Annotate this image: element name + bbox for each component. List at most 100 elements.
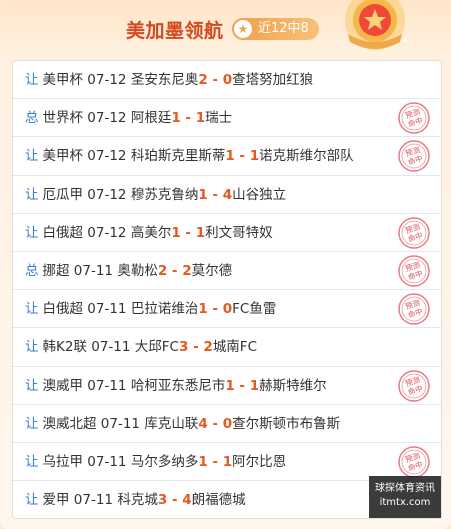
home-score: 1 xyxy=(225,148,235,165)
bet-type-tag: 让 xyxy=(25,415,39,432)
bet-type-tag: 总 xyxy=(25,262,39,279)
away-score: 1 xyxy=(195,224,206,241)
away-score: 4 xyxy=(222,186,233,203)
match-row[interactable]: 让美甲杯 07-12 圣安东尼奥2 - 0查塔努加红狼 xyxy=(13,61,441,100)
match-list: 让美甲杯 07-12 圣安东尼奥2 - 0查塔努加红狼总世界杯 07-12 阿根… xyxy=(12,60,442,519)
league-name: 挪超 xyxy=(42,262,70,279)
score-separator: - xyxy=(180,110,196,127)
panel-title: 美加墨领航 xyxy=(126,20,224,42)
home-team: 科珀斯克里斯蒂 xyxy=(130,148,226,165)
league-name: 世界杯 xyxy=(42,110,84,127)
score-separator: - xyxy=(234,377,250,394)
hit-stamp-icon: 预测命中 xyxy=(398,217,430,249)
hit-stamp-icon: 预测命中 xyxy=(398,140,430,173)
home-score: 2 xyxy=(157,262,168,279)
prediction-panel: 美加墨领航 ★ 近12中8 ✦ 让美甲杯 07-12 圣安东尼奥2 - 0查塔努… xyxy=(0,0,451,529)
home-team: 大邱FC xyxy=(134,339,179,356)
away-score: 4 xyxy=(182,492,192,509)
home-score: 1 xyxy=(198,453,208,470)
bet-type-tag: 让 xyxy=(25,301,39,318)
away-team: 查尔斯顿市布鲁斯 xyxy=(232,415,341,432)
away-team: 朗福德城 xyxy=(191,492,246,509)
bet-type-tag: 让 xyxy=(25,492,39,509)
score-separator: - xyxy=(180,224,196,241)
hit-stamp-icon: 预测命中 xyxy=(398,102,430,134)
away-score: 1 xyxy=(195,110,206,127)
match-row[interactable]: 让澳威北超 07-11 库克山联4 - 0查尔斯顿市布鲁斯 xyxy=(13,405,441,443)
watermark-logo: 球探体育资讯 itmtx.com xyxy=(369,476,441,518)
bet-type-tag: 让 xyxy=(25,377,39,394)
match-date: 07-12 xyxy=(87,186,127,203)
away-team: 城南FC xyxy=(212,339,258,356)
league-name: 厄瓜甲 xyxy=(42,186,84,203)
score-separator: - xyxy=(207,72,223,88)
home-score: 1 xyxy=(198,186,208,203)
league-name: 美甲杯 xyxy=(42,72,84,88)
match-date: 07-11 xyxy=(91,339,131,356)
match-row[interactable]: 总世界杯 07-12 阿根廷1 - 1瑞士 预测 命中 xyxy=(13,99,441,138)
away-score: 0 xyxy=(222,415,233,432)
away-team: FC鱼雷 xyxy=(232,301,277,318)
match-row[interactable]: 让美甲杯 07-12 科珀斯克里斯蒂1 - 1诺克斯维尔部队 预测 命中 xyxy=(13,137,441,176)
hit-stamp-icon: 预测命中 xyxy=(398,293,430,325)
star-icon: ★ xyxy=(234,20,252,38)
medal-icon: ✦ xyxy=(345,0,408,50)
away-score: 2 xyxy=(182,262,192,279)
score-separator: - xyxy=(234,148,250,165)
league-name: 韩K2联 xyxy=(42,339,87,356)
bet-type-tag: 让 xyxy=(25,186,39,203)
match-row[interactable]: 让白俄超 07-12 高美尔1 - 1利文哥特奴 预测 命中 xyxy=(13,214,441,252)
league-name: 白俄超 xyxy=(42,301,84,318)
watermark-line2: itmtx.com xyxy=(379,497,431,508)
away-team: 诺克斯维尔部队 xyxy=(259,148,354,165)
away-team: 利文哥特奴 xyxy=(205,224,273,241)
home-team: 哈柯亚东悉尼市 xyxy=(130,377,226,394)
away-score: 0 xyxy=(222,301,233,318)
match-date: 07-12 xyxy=(87,110,127,127)
score-separator: - xyxy=(207,186,223,203)
bet-type-tag: 让 xyxy=(25,72,39,88)
league-name: 澳威北超 xyxy=(42,415,97,432)
away-team: 赫斯特维尔 xyxy=(259,377,327,394)
match-date: 07-11 xyxy=(87,453,127,470)
score-separator: - xyxy=(207,415,223,432)
home-score: 3 xyxy=(157,492,168,509)
match-date: 07-11 xyxy=(87,301,127,318)
match-date: 07-12 xyxy=(87,224,127,241)
match-date: 07-11 xyxy=(87,377,127,394)
match-date: 07-11 xyxy=(73,262,114,279)
record-text: 近12中8 xyxy=(258,21,309,36)
match-date: 07-12 xyxy=(87,72,127,88)
hit-stamp-icon: 预测命中 xyxy=(398,255,430,287)
record-badge: ★ 近12中8 xyxy=(232,18,319,40)
hit-stamp-icon: 预测命中 xyxy=(398,369,430,402)
match-row[interactable]: 让白俄超 07-11 巴拉诺维治1 - 0FC鱼雷 预测 命中 xyxy=(13,290,441,329)
bet-type-tag: 让 xyxy=(25,224,39,241)
home-team: 奥勒松 xyxy=(117,262,158,279)
match-row[interactable]: 让澳威甲 07-11 哈柯亚东悉尼市1 - 1赫斯特维尔 预测 命中 xyxy=(13,367,441,405)
match-row[interactable]: 让韩K2联 07-11 大邱FC3 - 2城南FC xyxy=(13,328,441,367)
away-team: 山谷独立 xyxy=(232,186,287,203)
league-name: 爱甲 xyxy=(42,492,70,509)
league-name: 澳威甲 xyxy=(42,377,84,394)
bet-type-tag: 让 xyxy=(25,148,39,165)
home-team: 高美尔 xyxy=(130,224,172,241)
bet-type-tag: 让 xyxy=(25,339,39,356)
bet-type-tag: 总 xyxy=(25,110,39,127)
home-score: 4 xyxy=(198,415,208,432)
home-team: 巴拉诺维治 xyxy=(130,301,199,318)
away-team: 瑞士 xyxy=(205,110,233,127)
bet-type-tag: 让 xyxy=(25,453,39,470)
home-score: 1 xyxy=(171,224,181,241)
away-team: 阿尔比恩 xyxy=(232,453,287,470)
away-score: 1 xyxy=(222,453,233,470)
match-date: 07-11 xyxy=(100,415,141,432)
home-team: 阿根廷 xyxy=(130,110,172,127)
home-score: 1 xyxy=(225,377,235,394)
away-score: 0 xyxy=(222,72,233,88)
home-team: 库克山联 xyxy=(144,415,199,432)
match-row[interactable]: 让厄瓜甲 07-12 穆苏克鲁纳1 - 4山谷独立 xyxy=(13,176,441,214)
match-row[interactable]: 总挪超 07-11 奥勒松2 - 2莫尔德 预测 命中 xyxy=(13,252,441,291)
away-team: 莫尔德 xyxy=(191,262,233,279)
home-team: 马尔多纳多 xyxy=(130,453,199,470)
